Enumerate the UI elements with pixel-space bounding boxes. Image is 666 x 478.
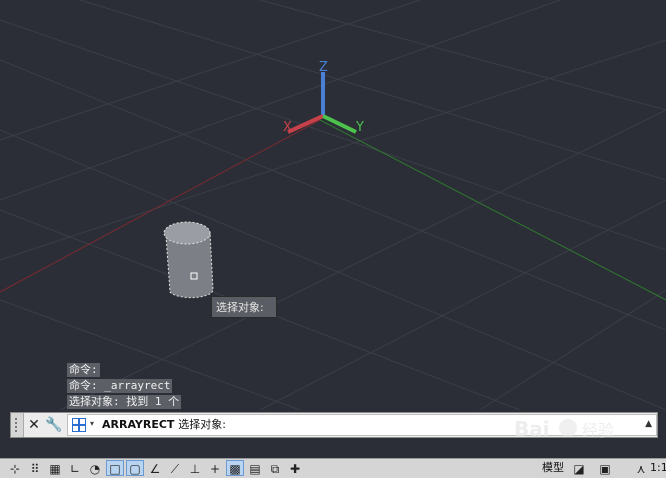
history-line: 命令: _arrayrect [67, 379, 173, 393]
svg-text:经验: 经验 [582, 421, 614, 440]
ortho-icon[interactable]: ∟ [66, 460, 84, 476]
wrench-icon[interactable]: 🔧 [45, 416, 63, 434]
osnap-icon[interactable]: □ [106, 460, 124, 476]
model-viewport[interactable]: Z X Y 选择对象: [0, 0, 666, 410]
annotation-scale[interactable]: 1:1 [650, 461, 666, 475]
chevron-down-icon[interactable]: ▾ [90, 419, 94, 428]
history-line: 命令: [67, 363, 100, 377]
layout-icon[interactable]: ◪ [570, 460, 588, 476]
caret-up-icon[interactable]: ▲ [645, 419, 652, 429]
svg-text:Bai: Bai [514, 417, 550, 441]
qp-icon[interactable]: ▤ [246, 460, 264, 476]
snap-icon[interactable]: ⊹ [6, 460, 24, 476]
dyn-icon[interactable]: ⊥ [186, 460, 204, 476]
grid-canvas: Z X Y [0, 0, 666, 410]
x-axis-line [0, 119, 321, 293]
x-axis-label: X [283, 120, 292, 135]
y-axis-label: Y [355, 120, 364, 135]
command-prompt: 选择对象: [178, 418, 227, 431]
model-tab[interactable]: 模型 [542, 461, 564, 475]
cursor-tooltip: 选择对象: [211, 296, 277, 318]
array-rect-icon[interactable] [72, 418, 86, 432]
command-history: 命令: 命令: _arrayrect 选择对象: 找到 1 个 [67, 363, 182, 411]
close-icon[interactable]: ✕ [25, 416, 43, 434]
drag-handle[interactable] [11, 413, 24, 437]
ducs-icon[interactable]: ⟋ [166, 460, 184, 476]
viewports-icon[interactable]: ▣ [596, 460, 614, 476]
annotation-scale-icon[interactable]: ⋏ [632, 460, 650, 476]
history-line: 选择对象: 找到 1 个 [67, 395, 182, 409]
status-bar: ⊹ ⠿ ▦ ∟ ◔ □ ▢ ∠ ⟋ ⊥ + ▩ ▤ ⧉ ✚ 模型 ◪ ▣ ⋏ 1… [0, 458, 666, 478]
z-axis-label: Z [319, 60, 328, 75]
3d-osnap-icon[interactable]: ▢ [126, 460, 144, 476]
y-axis-line [319, 119, 666, 301]
selection-cycling-icon[interactable]: ⧉ [266, 460, 284, 476]
transparency-icon[interactable]: ▩ [226, 460, 244, 476]
lineweight-icon[interactable]: + [206, 460, 224, 476]
selected-cylinder [163, 221, 214, 299]
grid-icon[interactable]: ▦ [46, 460, 64, 476]
polar-icon[interactable]: ◔ [86, 460, 104, 476]
watermark-logo: Bai 经验 [514, 417, 614, 441]
annotation-icon[interactable]: ✚ [286, 460, 304, 476]
grid-display-icon[interactable]: ⠿ [26, 460, 44, 476]
otrack-icon[interactable]: ∠ [146, 460, 164, 476]
command-name: ARRAYRECT [102, 418, 175, 431]
